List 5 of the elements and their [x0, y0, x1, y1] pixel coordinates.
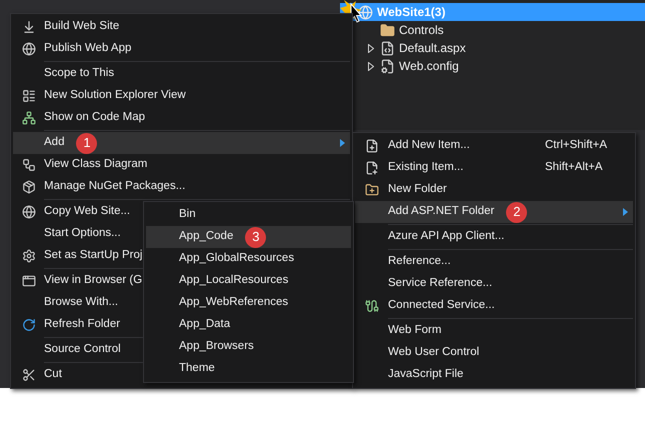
- shortcut-text: Ctrl+Shift+A: [545, 138, 607, 154]
- step-number-badge: 3: [245, 226, 266, 248]
- step-number-badge: 2: [506, 202, 528, 222]
- shortcut-text: Shift+Alt+A: [545, 160, 603, 176]
- step-number-badge: 1: [76, 132, 98, 154]
